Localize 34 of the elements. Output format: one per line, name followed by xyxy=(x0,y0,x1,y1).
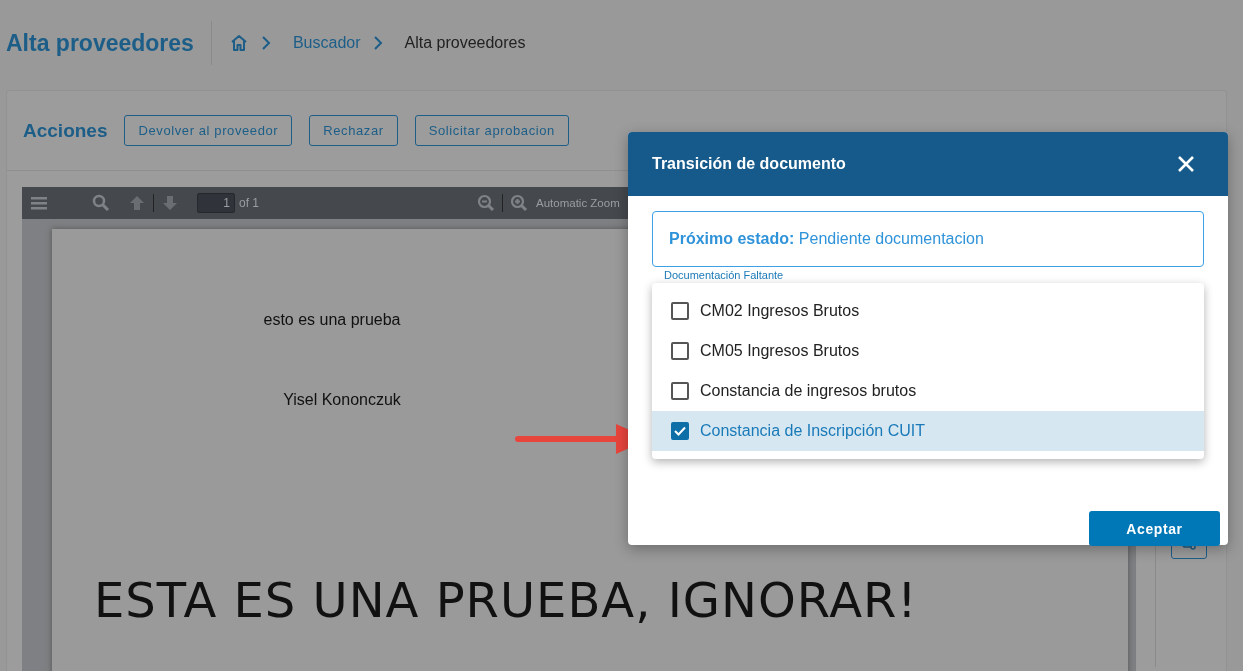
chevron-right-icon xyxy=(260,36,271,50)
action-button[interactable]: Solicitar aprobacion xyxy=(414,115,569,146)
zoom-out-icon[interactable] xyxy=(477,194,495,212)
action-button[interactable]: Rechazar xyxy=(309,115,398,146)
document-text: esto es una prueba xyxy=(262,310,402,329)
arrow-up-icon[interactable] xyxy=(128,194,146,212)
document-text: Yisel Kononczuk xyxy=(282,391,402,409)
zoom-select[interactable]: Automatic Zoom xyxy=(536,197,620,209)
document-heading: ESTA ES UNA PRUEBA, IGNORAR! xyxy=(94,572,919,628)
accept-button[interactable]: Aceptar xyxy=(1089,511,1220,546)
checkbox[interactable] xyxy=(671,422,689,440)
chevron-right-icon xyxy=(372,36,383,50)
page-number-field[interactable]: 1 xyxy=(197,193,235,213)
next-state-text: Próximo estado: Pendiente documentacion xyxy=(669,230,984,248)
breadcrumb-current: Alta proveedores xyxy=(404,34,526,52)
breadcrumb-link[interactable]: Buscador xyxy=(292,34,361,52)
option-item[interactable]: CM05 Ingresos Brutos xyxy=(652,331,1204,371)
option-item[interactable]: CM02 Ingresos Brutos xyxy=(652,291,1204,331)
checkbox[interactable] xyxy=(671,342,689,360)
field-label: Documentación Faltante xyxy=(664,269,785,282)
action-button[interactable]: Devolver al proveedor xyxy=(124,115,293,146)
zoom-in-icon[interactable] xyxy=(510,194,528,212)
option-item[interactable]: Constancia de Inscripción CUIT xyxy=(652,411,1204,451)
search-icon[interactable] xyxy=(92,194,110,212)
page-count: of 1 xyxy=(239,196,259,210)
dialog-title: Transición de documento xyxy=(652,155,846,173)
page-title: Alta proveedores xyxy=(6,29,194,57)
checkbox[interactable] xyxy=(671,302,689,320)
option-item[interactable]: Constancia de ingresos brutos xyxy=(652,371,1204,411)
actions-title: Acciones xyxy=(23,119,108,142)
menu-icon[interactable] xyxy=(30,195,48,211)
close-icon[interactable] xyxy=(1177,155,1195,173)
arrow-down-icon[interactable] xyxy=(161,194,179,212)
checkbox[interactable] xyxy=(671,382,689,400)
